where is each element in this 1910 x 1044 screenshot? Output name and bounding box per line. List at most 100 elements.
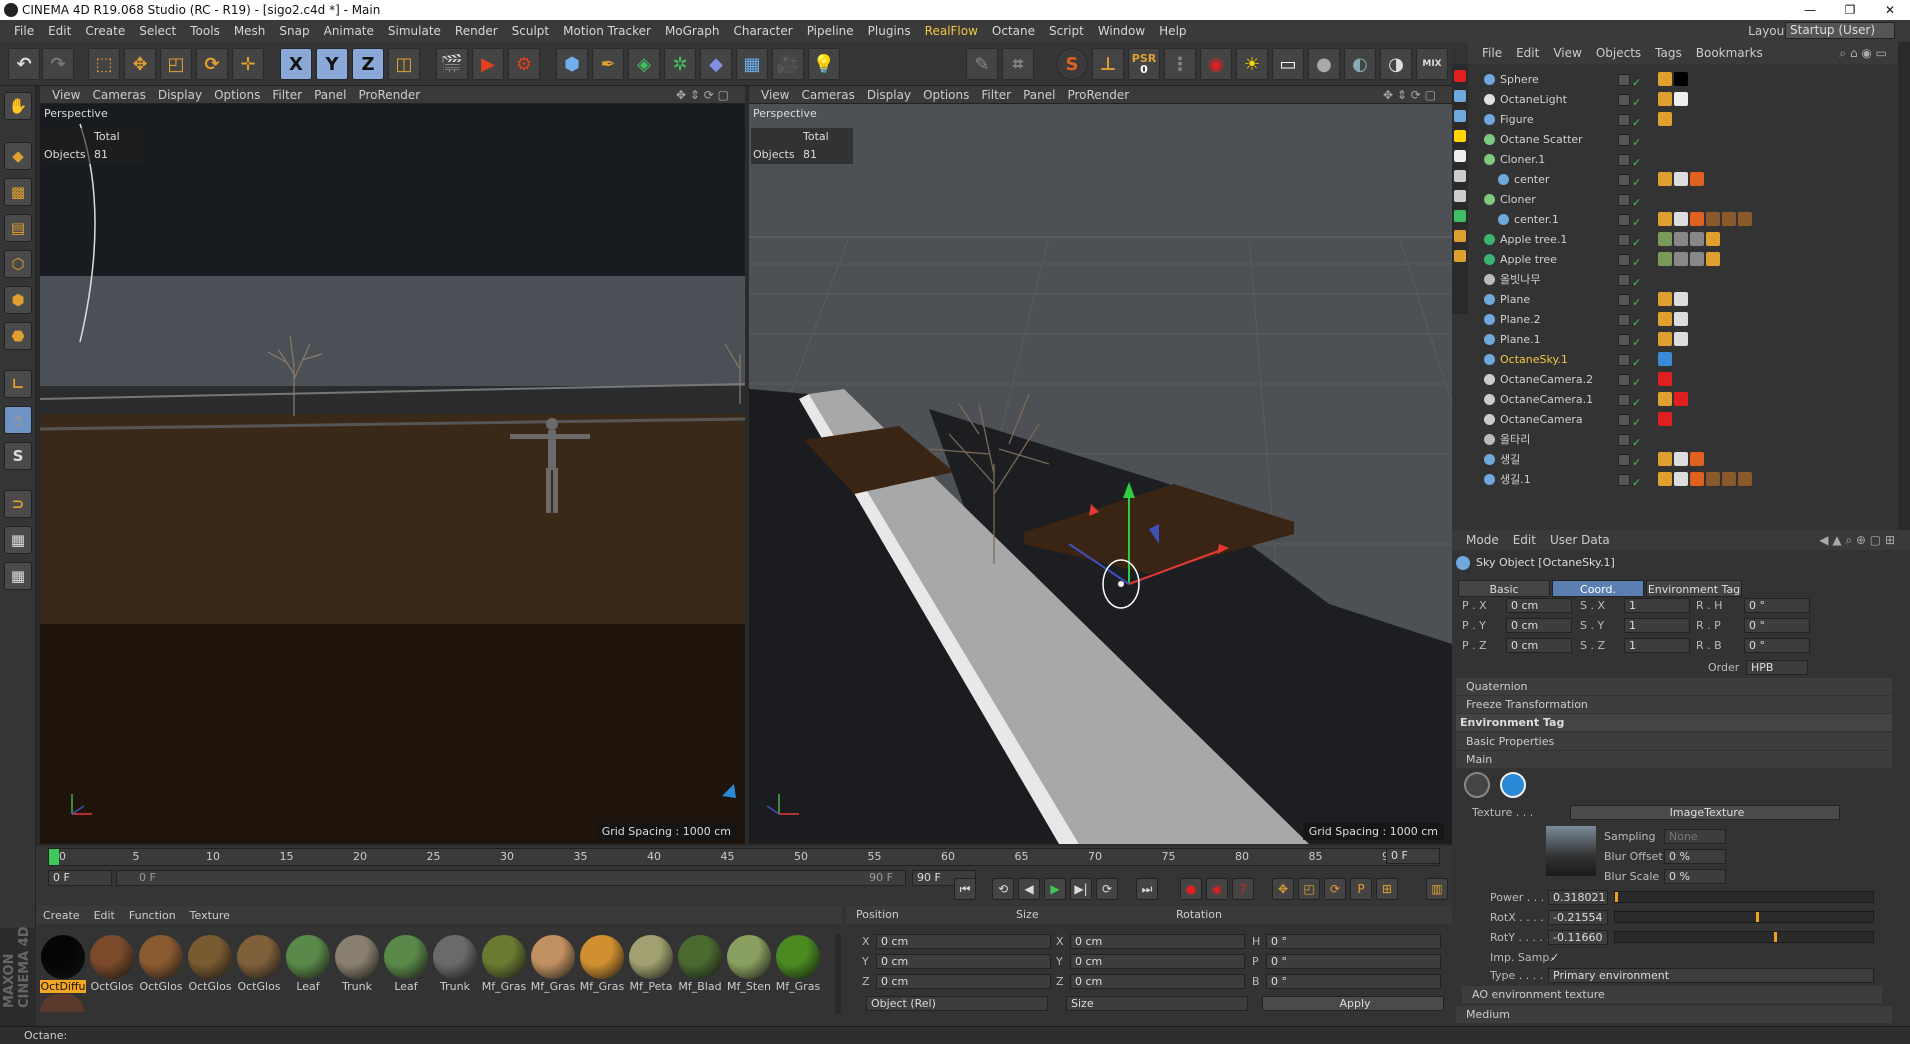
material-menu-texture[interactable]: Texture xyxy=(183,907,237,925)
coord-field[interactable]: 0 cm xyxy=(1506,638,1572,653)
object-manager-search-icon[interactable]: ⌕ ⌂ ◉ ▭ xyxy=(1832,42,1894,64)
material-swatch[interactable]: Mf_Blad xyxy=(677,934,723,994)
tag-icon[interactable] xyxy=(1658,452,1672,466)
menu-edit[interactable]: Edit xyxy=(41,20,78,42)
minimize-icon[interactable]: — xyxy=(1790,0,1830,20)
material-scrollbar[interactable] xyxy=(835,934,841,1014)
object-row[interactable]: Octane Scatter ✓ xyxy=(1468,130,1898,150)
sampling-field[interactable]: None xyxy=(1664,829,1726,844)
viewport-menu-panel[interactable]: Panel xyxy=(308,86,352,104)
coord-field[interactable]: 0 cm xyxy=(1506,618,1572,633)
image-mode-icon[interactable] xyxy=(1500,772,1526,798)
rotx-slider[interactable] xyxy=(1614,911,1874,923)
material-swatch-extra[interactable] xyxy=(40,994,86,1014)
tag-icon[interactable] xyxy=(1674,292,1688,306)
tag-icon[interactable] xyxy=(1690,232,1704,246)
tag-icon[interactable] xyxy=(1690,472,1704,486)
object-row[interactable]: Apple tree ✓ xyxy=(1468,250,1898,270)
previous-frame-button[interactable]: ◀ xyxy=(1018,878,1040,900)
power-field[interactable]: 0.318021 xyxy=(1548,890,1608,905)
viewport-menu-display[interactable]: Display xyxy=(152,86,208,104)
coord-field[interactable]: 1 xyxy=(1624,638,1690,653)
menu-mesh[interactable]: Mesh xyxy=(227,20,273,42)
coord-value-field[interactable]: 0 ° xyxy=(1266,954,1441,969)
key-scale-icon[interactable]: ◰ xyxy=(1298,878,1320,900)
coord-value-field[interactable]: 0 cm xyxy=(876,954,1051,969)
tag-icon[interactable] xyxy=(1658,252,1672,266)
coord-field[interactable]: 1 xyxy=(1624,618,1690,633)
coord-field[interactable]: 0 cm xyxy=(1506,598,1572,613)
octane-render-icon[interactable]: ◉ xyxy=(1200,48,1232,80)
menu-octane[interactable]: Octane xyxy=(985,20,1042,42)
object-row[interactable]: Sphere ✓ xyxy=(1468,70,1898,90)
menu-select[interactable]: Select xyxy=(132,20,183,42)
object-name[interactable]: Apple tree.1 xyxy=(1500,230,1567,250)
viewport-menu-view[interactable]: View xyxy=(755,86,795,104)
tag-icon[interactable] xyxy=(1674,392,1688,406)
object-row[interactable]: Plane ✓ xyxy=(1468,290,1898,310)
polygons-mode-icon[interactable]: ⬣ xyxy=(4,322,32,350)
tag-icon[interactable] xyxy=(1658,92,1672,106)
viewport-menu-prorender[interactable]: ProRender xyxy=(352,86,426,104)
tab-coord-[interactable]: Coord. xyxy=(1552,580,1644,597)
next-frame-button[interactable]: ▶| xyxy=(1070,878,1092,900)
tag-icon[interactable] xyxy=(1674,452,1688,466)
close-icon[interactable]: ✕ xyxy=(1870,0,1910,20)
tag-icon[interactable] xyxy=(1658,332,1672,346)
coord-value-field[interactable]: 0 cm xyxy=(1070,934,1245,949)
tag-icon[interactable] xyxy=(1690,252,1704,266)
section-quaternion[interactable]: Quaternion xyxy=(1456,678,1892,695)
edges-mode-icon[interactable]: ⬢ xyxy=(4,286,32,314)
object-name[interactable]: Plane.2 xyxy=(1500,310,1541,330)
coord-value-field[interactable]: 0 cm xyxy=(1070,974,1245,989)
magnet-icon[interactable]: ⊃ xyxy=(4,490,32,518)
tag-icon[interactable] xyxy=(1706,472,1720,486)
viewport-menu-options[interactable]: Options xyxy=(917,86,975,104)
viewport-menu-prorender[interactable]: ProRender xyxy=(1061,86,1135,104)
material-swatch[interactable]: Mf_Gras xyxy=(775,934,821,994)
blur-scale-field[interactable]: 0 % xyxy=(1664,869,1726,884)
menu-tools[interactable]: Tools xyxy=(183,20,227,42)
menu-window[interactable]: Window xyxy=(1091,20,1152,42)
tag-icon[interactable] xyxy=(1658,292,1672,306)
move-icon[interactable]: ✥ xyxy=(124,48,156,80)
power-slider[interactable] xyxy=(1614,891,1874,903)
menu-render[interactable]: Render xyxy=(448,20,505,42)
rotx-field[interactable]: -0.21554 xyxy=(1548,910,1608,925)
texture-mode-icon[interactable]: ▩ xyxy=(4,178,32,206)
texture-button[interactable]: ImageTexture xyxy=(1570,805,1840,820)
paint-icon[interactable]: ✎ xyxy=(966,48,998,80)
power-slider-handle[interactable] xyxy=(1615,892,1618,902)
render-view-icon[interactable]: 🎬 xyxy=(436,48,468,80)
render-picture-viewer-icon[interactable]: ▶ xyxy=(472,48,504,80)
object-name[interactable]: Figure xyxy=(1500,110,1534,130)
object-row[interactable]: OctaneCamera.1 ✓ xyxy=(1468,390,1898,410)
object-name[interactable]: OctaneCamera.2 xyxy=(1500,370,1593,390)
viewport-left[interactable]: View Cameras Display Options Filter Panel ProR… xyxy=(40,86,745,844)
coord-field[interactable]: 0 ° xyxy=(1744,598,1810,613)
deformer-icon[interactable]: ◆ xyxy=(700,48,732,80)
layout-select[interactable]: Startup (User) xyxy=(1785,22,1895,39)
psr-button[interactable]: PSR 0 xyxy=(1128,48,1160,80)
object-menu-bookmarks[interactable]: Bookmarks xyxy=(1689,42,1770,64)
viewport-menu-filter[interactable]: Filter xyxy=(975,86,1017,104)
object-name[interactable]: Plane xyxy=(1500,290,1530,310)
key-pla-icon[interactable]: ⊞ xyxy=(1376,878,1398,900)
tag-icon[interactable] xyxy=(1658,112,1672,126)
tag-icon[interactable] xyxy=(1658,472,1672,486)
object-visibility-flags[interactable]: ✓ xyxy=(1618,193,1668,209)
render-settings-icon[interactable]: ⚙ xyxy=(508,48,540,80)
material-swatch[interactable]: Trunk xyxy=(432,934,478,994)
object-row[interactable]: OctaneLight ✓ xyxy=(1468,90,1898,110)
material-swatch[interactable]: Trunk xyxy=(334,934,380,994)
object-name[interactable]: center xyxy=(1514,170,1549,190)
tag-icon[interactable] xyxy=(1674,332,1688,346)
tag-icon[interactable] xyxy=(1674,72,1688,86)
object-name[interactable]: 올빗나무 xyxy=(1500,270,1540,290)
menu-motion-tracker[interactable]: Motion Tracker xyxy=(556,20,658,42)
material-menu-create[interactable]: Create xyxy=(36,907,87,925)
object-name[interactable]: Plane.1 xyxy=(1500,330,1541,350)
timeline-ruler[interactable]: 051015202530354045505560657075808590 xyxy=(48,848,1440,866)
workplane-icon[interactable]: ⌗ xyxy=(1002,48,1034,80)
object-name[interactable]: 올타리 xyxy=(1500,430,1530,450)
